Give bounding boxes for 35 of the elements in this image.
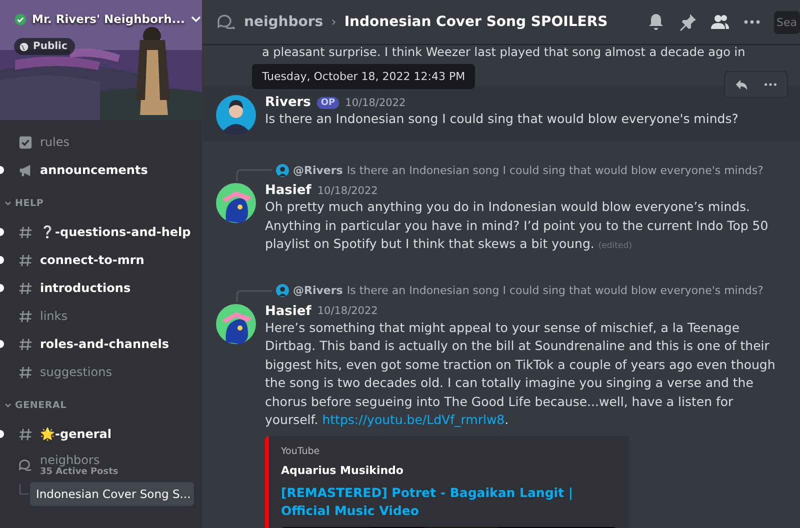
- video-link[interactable]: https://youtu.be/LdVf_rmrlw8: [322, 412, 505, 427]
- search-field[interactable]: Sea: [774, 10, 800, 34]
- category-label: HELP: [15, 198, 44, 208]
- forum-channel-item[interactable]: neighbors 35 Active Posts: [4, 448, 196, 482]
- embed-provider: YouTube: [281, 446, 321, 456]
- category-header[interactable]: HELP: [4, 196, 196, 210]
- message-text: Is there an Indonesian song I could sing that would blow everyone's minds?: [265, 110, 740, 128]
- reply-author[interactable]: @Rivers: [293, 164, 343, 176]
- server-name[interactable]: Mr. Rivers' Neighborh...: [32, 12, 185, 26]
- thread-title: Indonesian Cover Song SPOILERS: [344, 14, 608, 30]
- embed-title-link[interactable]: [REMASTERED] Potret - Bagaikan Langit | Official Music Video: [281, 484, 617, 520]
- reply-author[interactable]: @Rivers: [293, 284, 343, 297]
- message-text: a pleasant surprise. I think Weezer last played that song almost a decade ago in: [261, 44, 746, 61]
- reply-preview-text[interactable]: Is there an Indonesian song I could sing that would blow everyone's minds?: [346, 284, 764, 297]
- timestamp-tooltip: Tuesday, October 18, 2022 12:43 PM: [252, 64, 476, 89]
- message-date: 10/18/2022: [345, 96, 406, 108]
- message-date: 10/18/2022: [317, 305, 378, 317]
- category-label: GENERAL: [15, 400, 67, 410]
- reply-preview-text[interactable]: Is there an Indonesian song I could sing that would blow everyone's minds?: [346, 164, 764, 176]
- op-badge: OP: [316, 96, 340, 108]
- embed-author[interactable]: Aquarius Musikindo: [281, 464, 617, 476]
- public-label: Public: [33, 41, 68, 52]
- message-text: Oh pretty much anything you do in Indonesian would blow everyone’s minds. Anything in particular you have in mind? I’d point you to the current Indo Top 50 playlist on Spotify but I think that skews a bit young. (edited): [265, 198, 770, 253]
- thread-item[interactable]: Indonesian Cover Song S...: [30, 482, 194, 506]
- channel-item[interactable]: rules: [4, 128, 196, 156]
- parent-channel-link[interactable]: neighbors: [244, 14, 324, 30]
- breadcrumb-separator: ›: [331, 14, 336, 30]
- author-name[interactable]: Rivers: [265, 95, 311, 110]
- channel-item[interactable]: links: [4, 302, 196, 330]
- author-name[interactable]: Hasief: [265, 183, 312, 198]
- message-text: Here’s something that might appeal to your sense of mischief, a la Teenage Dirtbag. This band is actually on the bill at Soundrenaline and this is one of their biggest hits, even got some traction on TikTok a couple of years ago even though the song is two decades old. I can totally imagine you singing a verse and the chorus before segueing into The Good Life because...well, have a listen for yourself. https://youtu.be/LdVf_rmrlw8.: [265, 318, 776, 429]
- category-header[interactable]: GENERAL: [4, 398, 196, 412]
- message-date: 10/18/2022: [317, 184, 378, 196]
- author-name[interactable]: Hasief: [265, 304, 312, 318]
- channel-item[interactable]: suggestions: [4, 358, 196, 386]
